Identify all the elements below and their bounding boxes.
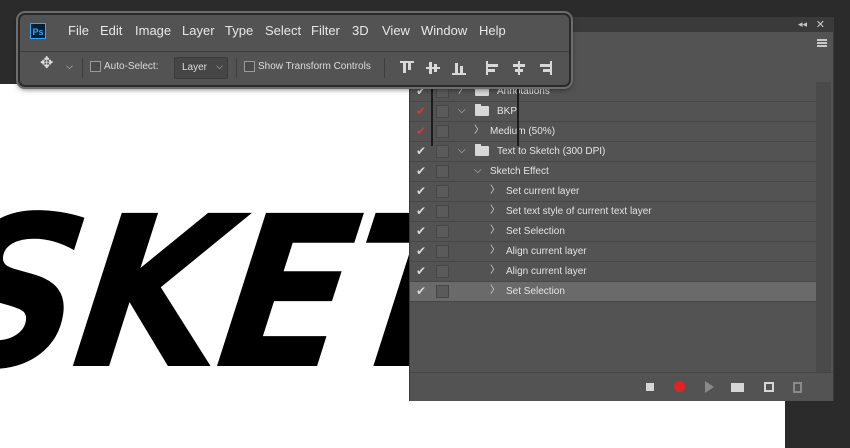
move-icon[interactable]: ✥ — [40, 56, 53, 72]
action-row[interactable]: ✔ ⌵ Text to Sketch (300 DPI) — [410, 142, 816, 162]
toggle-check-icon[interactable]: ✔ — [416, 164, 428, 178]
menu-filter[interactable]: Filter — [311, 23, 340, 39]
toggle-check-icon[interactable]: ✔ — [416, 124, 428, 138]
action-row[interactable]: ✔ 〉 Align current layer — [410, 262, 816, 282]
menu-file[interactable]: File — [68, 23, 89, 39]
collapse-icon[interactable]: ◂◂ — [798, 19, 807, 30]
panel-menu-icon[interactable] — [817, 39, 827, 47]
action-label: Set current layer — [506, 186, 580, 197]
toggle-check-icon[interactable]: ✔ — [416, 284, 428, 298]
toggle-check-icon[interactable]: ✔ — [416, 104, 428, 118]
show-transform-checkbox[interactable] — [244, 61, 255, 72]
menu-window[interactable]: Window — [421, 23, 467, 39]
action-label: Text to Sketch (300 DPI) — [497, 146, 606, 157]
dialog-toggle[interactable] — [436, 225, 449, 238]
align-right-edges-icon[interactable] — [538, 61, 552, 75]
action-row[interactable]: ✔ 〉 Align current layer — [410, 242, 816, 262]
align-horizontal-centers-icon[interactable] — [512, 61, 526, 75]
panel-footer — [410, 372, 833, 401]
toggle-check-icon[interactable]: ✔ — [416, 264, 428, 278]
chevron-down-icon: ⌵ — [216, 61, 223, 71]
action-label: Set Selection — [506, 286, 565, 297]
action-label: Set Selection — [506, 226, 565, 237]
align-top-edges-icon[interactable] — [400, 61, 414, 75]
chevron-right-icon[interactable]: 〉 — [490, 244, 500, 258]
chevron-down-icon[interactable]: ⌵ — [458, 104, 466, 118]
toggle-check-icon[interactable]: ✔ — [416, 244, 428, 258]
divider — [82, 58, 83, 78]
action-row[interactable]: ✔ 〉 Set current layer — [410, 182, 816, 202]
show-transform-label: Show Transform Controls — [258, 61, 371, 72]
auto-select-checkbox[interactable] — [90, 61, 101, 72]
dialog-toggle[interactable] — [436, 165, 449, 178]
align-left-edges-icon[interactable] — [486, 61, 500, 75]
app-logo[interactable]: Ps — [30, 23, 46, 39]
dialog-toggle[interactable] — [436, 205, 449, 218]
menu-edit[interactable]: Edit — [100, 23, 122, 39]
chevron-right-icon[interactable]: 〉 — [490, 184, 500, 198]
close-icon[interactable]: ✕ — [816, 18, 825, 31]
menu-type[interactable]: Type — [225, 23, 253, 39]
auto-select-value: Layer — [182, 62, 208, 73]
chevron-right-icon[interactable]: 〉 — [490, 284, 500, 298]
action-row[interactable]: ✔ 〉 Set text style of current text layer — [410, 202, 816, 222]
action-label: Align current layer — [506, 266, 587, 277]
folder-icon — [475, 104, 489, 116]
play-icon[interactable] — [705, 381, 714, 393]
toggle-check-icon[interactable]: ✔ — [416, 144, 428, 158]
auto-select-dropdown[interactable]: Layer ⌵ — [174, 57, 228, 79]
align-bottom-edges-icon[interactable] — [452, 61, 466, 75]
auto-select-label: Auto-Select: — [104, 61, 159, 72]
action-label: BKP — [497, 106, 518, 117]
chevron-right-icon[interactable]: 〉 — [490, 264, 500, 278]
divider — [384, 58, 385, 78]
chevron-down-icon[interactable]: ⌵ — [474, 164, 482, 178]
dialog-toggle[interactable] — [436, 125, 449, 138]
new-action-icon[interactable] — [764, 382, 774, 392]
actions-list: ✔ 〉 Annotations ✔ ⌵ BKP ✔ 〉 Medium (50%) ✔ ⌵ Text t… — [410, 82, 816, 302]
folder-icon — [475, 84, 489, 96]
folder-icon — [475, 144, 489, 156]
chevron-down-icon[interactable]: ⌵ — [66, 59, 73, 73]
toggle-check-icon[interactable]: ✔ — [416, 224, 428, 238]
stop-icon[interactable] — [646, 383, 654, 391]
floating-toolbar: Ps File Edit Image Layer Type Select Fil… — [18, 13, 571, 87]
dialog-toggle[interactable] — [436, 285, 449, 298]
record-icon[interactable] — [674, 381, 685, 392]
toggle-check-icon[interactable]: ✔ — [416, 204, 428, 218]
menu-select[interactable]: Select — [265, 23, 301, 39]
panel-scrollbar[interactable] — [816, 82, 831, 372]
menu-layer[interactable]: Layer — [182, 23, 215, 39]
menu-3d[interactable]: 3D — [352, 23, 369, 39]
options-bar: ✥ ⌵ Auto-Select: Layer ⌵ Show Transform … — [20, 51, 569, 84]
action-row[interactable]: ✔ 〉 Set Selection — [410, 222, 816, 242]
action-row[interactable]: ✔ 〉 Medium (50%) — [410, 122, 816, 142]
chevron-down-icon[interactable]: ⌵ — [458, 144, 466, 158]
action-label: Sketch Effect — [490, 166, 549, 177]
menu-image[interactable]: Image — [135, 23, 171, 39]
new-set-icon[interactable] — [731, 383, 744, 392]
action-row[interactable]: ✔ ⌵ BKP — [410, 102, 816, 122]
dialog-toggle[interactable] — [436, 185, 449, 198]
action-row[interactable]: ✔ 〉 Set Selection — [410, 282, 816, 302]
chevron-right-icon[interactable]: 〉 — [474, 124, 484, 138]
dialog-toggle[interactable] — [436, 245, 449, 258]
dialog-toggle[interactable] — [436, 105, 449, 118]
menu-help[interactable]: Help — [479, 23, 506, 39]
delete-icon[interactable] — [793, 382, 802, 393]
dialog-toggle[interactable] — [436, 145, 449, 158]
dialog-toggle[interactable] — [436, 265, 449, 278]
chevron-right-icon[interactable]: 〉 — [490, 224, 500, 238]
align-vertical-centers-icon[interactable] — [426, 61, 440, 75]
toggle-check-icon[interactable]: ✔ — [416, 184, 428, 198]
action-label: Medium (50%) — [490, 126, 556, 137]
divider — [236, 58, 237, 78]
menu-bar: Ps File Edit Image Layer Type Select Fil… — [20, 15, 569, 48]
chevron-right-icon[interactable]: 〉 — [490, 204, 500, 218]
action-label: Set text style of current text layer — [506, 206, 652, 217]
menu-view[interactable]: View — [382, 23, 410, 39]
action-label: Align current layer — [506, 246, 587, 257]
action-row[interactable]: ✔ ⌵ Sketch Effect — [410, 162, 816, 182]
